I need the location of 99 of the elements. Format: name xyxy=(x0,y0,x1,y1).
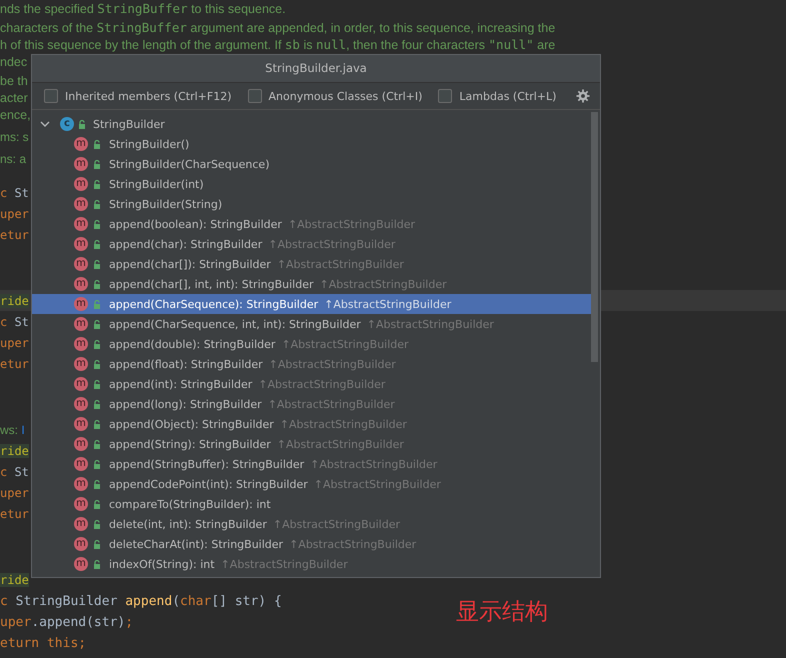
method-icon: m xyxy=(74,497,88,511)
tree-item[interactable]: m append(String): StringBuilder ↑AbstractStringBuilder xyxy=(32,434,591,454)
code-line: etur xyxy=(0,228,29,242)
lock-icon xyxy=(93,180,101,188)
lock-icon xyxy=(93,240,101,248)
settings-icon[interactable] xyxy=(576,89,590,103)
code-line: c St xyxy=(0,465,29,479)
doc-comment-line: acter xyxy=(0,91,28,105)
doc-comment-line: ns: a xyxy=(0,152,26,166)
class-icon: c xyxy=(60,117,74,131)
code-line: etur xyxy=(0,507,29,521)
lock-icon xyxy=(93,300,101,308)
code-line: uper xyxy=(0,336,29,350)
lock-icon xyxy=(93,500,101,508)
doc-comment-line: nds the specified StringBuffer to this sequence. xyxy=(0,2,286,16)
method-icon: m xyxy=(74,137,88,151)
tree-item[interactable]: m append(double): StringBuilder ↑AbstractStringBuilder xyxy=(32,334,591,354)
lock-icon xyxy=(93,560,101,568)
tree-item[interactable]: m StringBuilder(CharSequence) xyxy=(32,154,591,174)
doc-comment-line: h of this sequence by the length of the argument. If sb is null, then the four characters "null" are xyxy=(0,38,556,52)
method-icon: m xyxy=(74,237,88,251)
lock-icon xyxy=(93,480,101,488)
tree-item[interactable]: m append(long): StringBuilder ↑AbstractStringBuilder xyxy=(32,394,591,414)
doc-comment-line: ms: s xyxy=(0,130,29,144)
chevron-icon[interactable] xyxy=(40,119,50,129)
code-line: etur xyxy=(0,357,29,371)
tree-item[interactable]: m append(char[], int, int): StringBuilder ↑AbstractStringBuilder xyxy=(32,274,591,294)
code-line: ws: I xyxy=(0,423,25,437)
lock-icon xyxy=(93,260,101,268)
tree-item[interactable]: m append(StringBuffer): StringBuilder ↑AbstractStringBuilder xyxy=(32,454,591,474)
method-icon: m xyxy=(74,357,88,371)
popup-title: StringBuilder.java xyxy=(32,55,600,83)
method-icon: m xyxy=(74,337,88,351)
tree-item[interactable]: m deleteCharAt(int): StringBuilder ↑AbstractStringBuilder xyxy=(32,534,591,554)
tree-item[interactable]: m delete(int, int): StringBuilder ↑AbstractStringBuilder xyxy=(32,514,591,534)
lock-icon xyxy=(93,220,101,228)
method-icon: m xyxy=(74,217,88,231)
doc-comment-line: ndec xyxy=(0,55,28,69)
lock-icon xyxy=(93,160,101,168)
lock-icon xyxy=(93,520,101,528)
method-icon: m xyxy=(74,257,88,271)
doc-comment-line: ence, xyxy=(0,108,31,122)
code-line: uper.append(str); xyxy=(0,615,134,630)
method-icon: m xyxy=(74,377,88,391)
tree-item[interactable]: m append(float): StringBuilder ↑AbstractStringBuilder xyxy=(32,354,591,374)
lock-icon xyxy=(93,460,101,468)
method-icon: m xyxy=(74,557,88,571)
lock-icon xyxy=(93,360,101,368)
scrollbar[interactable] xyxy=(591,112,598,362)
method-icon: m xyxy=(74,477,88,491)
lock-icon xyxy=(93,380,101,388)
code-line: uper xyxy=(0,486,29,500)
lock-icon xyxy=(93,400,101,408)
method-icon: m xyxy=(74,157,88,171)
tree-item[interactable]: m append(CharSequence, int, int): StringBuilder ↑AbstractStringBuilder xyxy=(32,314,591,334)
tree-item[interactable]: m append(boolean): StringBuilder ↑AbstractStringBuilder xyxy=(32,214,591,234)
lock-icon xyxy=(93,200,101,208)
doc-comment-line: be th xyxy=(0,74,28,88)
lock-icon xyxy=(93,140,101,148)
lock-icon xyxy=(93,440,101,448)
tree-item[interactable]: m append(char[]): StringBuilder ↑AbstractStringBuilder xyxy=(32,254,591,274)
option-checkbox[interactable]: Anonymous Classes (Ctrl+I) xyxy=(248,89,422,103)
doc-comment-line: characters of the StringBuffer argument are appended, in order, to this sequence, increasing the xyxy=(0,21,556,35)
tree-item[interactable]: m appendCodePoint(int): StringBuilder ↑AbstractStringBuilder xyxy=(32,474,591,494)
method-icon: m xyxy=(74,437,88,451)
tree-item[interactable]: m compareTo(StringBuilder): int xyxy=(32,494,591,514)
method-icon: m xyxy=(74,297,88,311)
tree-item[interactable]: m indexOf(String): int ↑AbstractStringBuilder xyxy=(32,554,591,574)
annotation-text: 显示结构 xyxy=(456,598,548,627)
lock-icon xyxy=(93,280,101,288)
code-line: eturn this; xyxy=(0,636,86,651)
code-line: c StringBuilder append(char[] str) { xyxy=(0,594,282,609)
tree-item[interactable]: m StringBuilder() xyxy=(32,134,591,154)
lock-icon xyxy=(93,540,101,548)
tree-item[interactable]: c StringBuilder xyxy=(32,114,591,134)
method-icon: m xyxy=(74,277,88,291)
tree-item[interactable]: m append(char): StringBuilder ↑AbstractStringBuilder xyxy=(32,234,591,254)
lock-icon xyxy=(93,420,101,428)
lock-icon xyxy=(78,120,86,128)
option-checkbox[interactable]: Lambdas (Ctrl+L) xyxy=(438,89,556,103)
method-icon: m xyxy=(74,537,88,551)
code-line: c St xyxy=(0,315,29,329)
method-icon: m xyxy=(74,397,88,411)
code-line: c St xyxy=(0,186,29,200)
method-icon: m xyxy=(74,177,88,191)
tree-item[interactable]: m StringBuilder(String) xyxy=(32,194,591,214)
tree-item[interactable]: m StringBuilder(int) xyxy=(32,174,591,194)
method-icon: m xyxy=(74,317,88,331)
tree-item[interactable]: m append(Object): StringBuilder ↑AbstractStringBuilder xyxy=(32,414,591,434)
lock-icon xyxy=(93,320,101,328)
method-icon: m xyxy=(74,457,88,471)
tree-item[interactable]: m append(int): StringBuilder ↑AbstractStringBuilder xyxy=(32,374,591,394)
lock-icon xyxy=(93,340,101,348)
tree-item[interactable]: m append(CharSequence): StringBuilder ↑AbstractStringBuilder xyxy=(32,294,591,314)
method-icon: m xyxy=(74,417,88,431)
method-icon: m xyxy=(74,517,88,531)
code-line: uper xyxy=(0,207,29,221)
method-icon: m xyxy=(74,197,88,211)
option-checkbox[interactable]: Inherited members (Ctrl+F12) xyxy=(44,89,232,103)
